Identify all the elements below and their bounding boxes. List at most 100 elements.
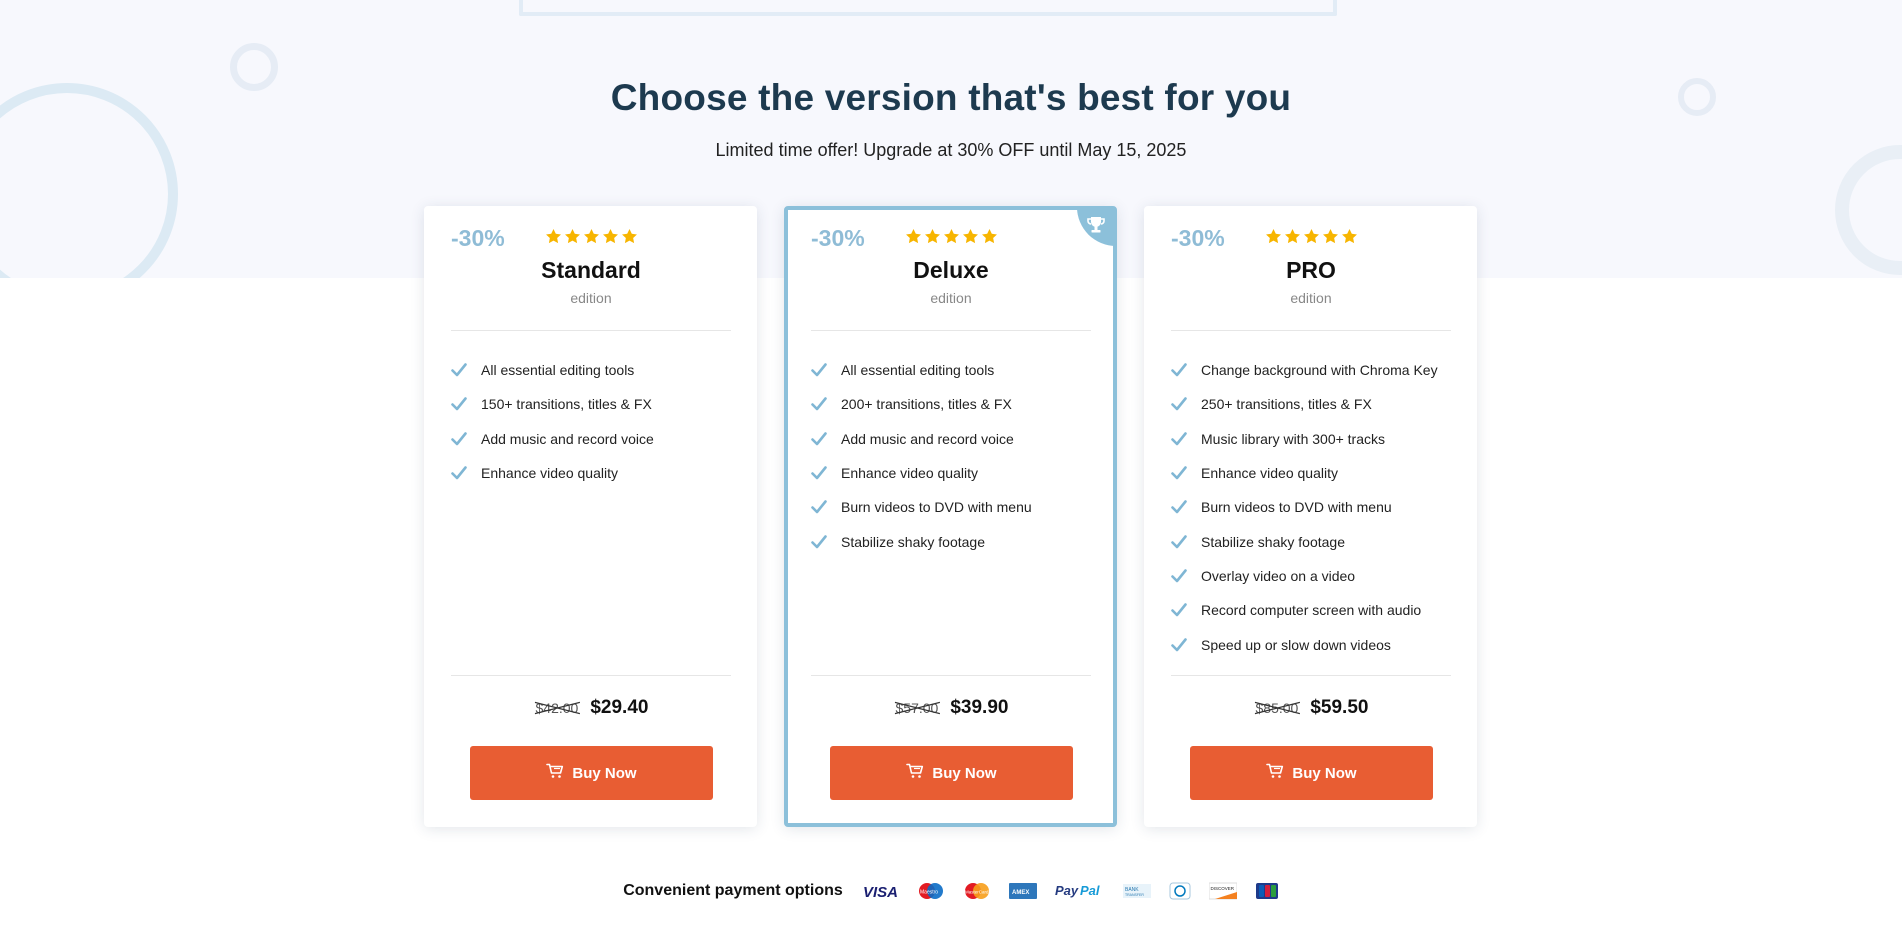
offer-subtitle: Limited time offer! Upgrade at 30% OFF u… (715, 140, 1187, 160)
maestro-icon: Maestro (917, 880, 945, 902)
check-icon (811, 396, 827, 412)
feature-text: Change background with Chroma Key (1201, 362, 1438, 379)
feature-item: Enhance video quality (1171, 456, 1451, 490)
feature-item: Change background with Chroma Key (1171, 353, 1451, 387)
trophy-icon (1085, 214, 1107, 236)
check-icon (1171, 396, 1187, 412)
plan-name: Deluxe (913, 257, 989, 283)
star-icon (944, 229, 959, 244)
feature-text: All essential editing tools (841, 362, 995, 379)
divider (451, 675, 731, 676)
plan-edition-label: edition (570, 290, 612, 306)
feature-item: 200+ transitions, titles & FX (811, 387, 1091, 421)
star-icon (546, 229, 561, 244)
feature-text: 250+ transitions, titles & FX (1201, 396, 1372, 413)
feature-text: Add music and record voice (841, 430, 1014, 447)
feature-item: Stabilize shaky footage (1171, 524, 1451, 558)
buy-now-label: Buy Now (932, 764, 997, 782)
plan-edition-label: edition (930, 290, 972, 306)
feature-text: Enhance video quality (1201, 465, 1338, 482)
plan-card-content: -30% PRO edition Change background with Chr… (1171, 206, 1451, 827)
jcb-icon (1255, 880, 1279, 902)
feature-text: Enhance video quality (841, 465, 978, 482)
plan-edition-label: edition (1290, 290, 1332, 306)
check-icon (811, 362, 827, 378)
svg-text:DISCOVER: DISCOVER (1210, 886, 1234, 891)
star-icon (1266, 229, 1281, 244)
feature-item: Add music and record voice (451, 422, 731, 456)
discount-badge: -30% (811, 225, 865, 251)
buy-now-button-standard[interactable]: Buy Now (470, 746, 713, 800)
star-icon (1285, 229, 1300, 244)
check-icon (451, 396, 467, 412)
bank-transfer-icon: BANK TRANSFER (1122, 880, 1151, 902)
svg-text:Pay: Pay (1055, 883, 1079, 898)
star-icon (1304, 229, 1319, 244)
strikethrough-icon (894, 701, 940, 715)
feature-text: Stabilize shaky footage (1201, 533, 1345, 550)
divider (811, 675, 1091, 676)
buy-now-button-deluxe[interactable]: Buy Now (830, 746, 1073, 800)
buy-now-label: Buy Now (572, 764, 637, 782)
plan-card-standard: -30% Standard edition All essential editing… (424, 206, 757, 827)
feature-text: Burn videos to DVD with menu (1201, 499, 1392, 516)
check-icon (451, 431, 467, 447)
star-icon (603, 229, 618, 244)
svg-text:MasterCard: MasterCard (965, 890, 989, 895)
check-icon (811, 534, 827, 550)
feature-list: All essential editing tools 150+ transiti… (451, 353, 731, 490)
plan-name: PRO (1286, 257, 1336, 283)
top-frame-decoration (519, 0, 1337, 16)
feature-list: All essential editing tools 200+ transiti… (811, 353, 1091, 559)
feature-item: Overlay video on a video (1171, 559, 1451, 593)
buy-now-label: Buy Now (1292, 764, 1357, 782)
feature-text: All essential editing tools (481, 362, 635, 379)
feature-text: Overlay video on a video (1201, 567, 1356, 584)
discount-badge: -30% (451, 225, 505, 251)
divider (451, 330, 731, 331)
plan-card-content: -30% Standard edition All essential editing… (451, 206, 731, 827)
check-icon (1171, 534, 1187, 550)
divider (811, 330, 1091, 331)
old-price: $42.00 (534, 700, 581, 716)
star-icon (622, 229, 637, 244)
feature-item: All essential editing tools (811, 353, 1091, 387)
feature-text: 150+ transitions, titles & FX (481, 396, 652, 413)
rating-stars (1265, 228, 1358, 245)
plan-card-deluxe: -30% Deluxe edition All essential editing t… (784, 206, 1117, 827)
feature-text: Music library with 300+ tracks (1201, 430, 1386, 447)
plan-name: Standard (541, 257, 641, 283)
check-icon (1171, 362, 1187, 378)
old-price: $85.00 (1254, 700, 1301, 716)
feature-text: 200+ transitions, titles & FX (841, 396, 1012, 413)
decorative-ring (1835, 145, 1902, 275)
star-icon (565, 229, 580, 244)
discover-icon: DISCOVER (1208, 880, 1237, 902)
amex-icon: AMEX (1008, 880, 1037, 902)
strikethrough-icon (1254, 701, 1300, 715)
diners-club-icon (1169, 880, 1191, 902)
cart-icon (1266, 763, 1284, 783)
feature-item: 150+ transitions, titles & FX (451, 387, 731, 421)
buy-now-button-pro[interactable]: Buy Now (1190, 746, 1433, 800)
check-icon (451, 362, 467, 378)
star-icon (1342, 229, 1357, 244)
svg-text:VISA: VISA (863, 884, 898, 899)
page-title: Choose the version that's best for you (610, 77, 1292, 118)
feature-text: Burn videos to DVD with menu (841, 499, 1032, 516)
cart-icon (546, 763, 564, 783)
check-icon (1171, 602, 1187, 618)
feature-item: Enhance video quality (451, 456, 731, 490)
svg-text:AMEX: AMEX (1012, 890, 1029, 896)
mastercard-icon: MasterCard (963, 880, 991, 902)
rating-stars (905, 228, 998, 245)
discount-badge: -30% (1171, 225, 1225, 251)
payment-options: Convenient payment options VISA Maestro … (0, 880, 1902, 902)
check-icon (1171, 568, 1187, 584)
check-icon (1171, 637, 1187, 653)
current-price: $59.50 (1310, 697, 1369, 718)
feature-list: Change background with Chroma Key 250+ tr… (1171, 353, 1451, 662)
check-icon (811, 431, 827, 447)
feature-item: 250+ transitions, titles & FX (1171, 387, 1451, 421)
feature-text: Speed up or slow down videos (1201, 636, 1391, 653)
